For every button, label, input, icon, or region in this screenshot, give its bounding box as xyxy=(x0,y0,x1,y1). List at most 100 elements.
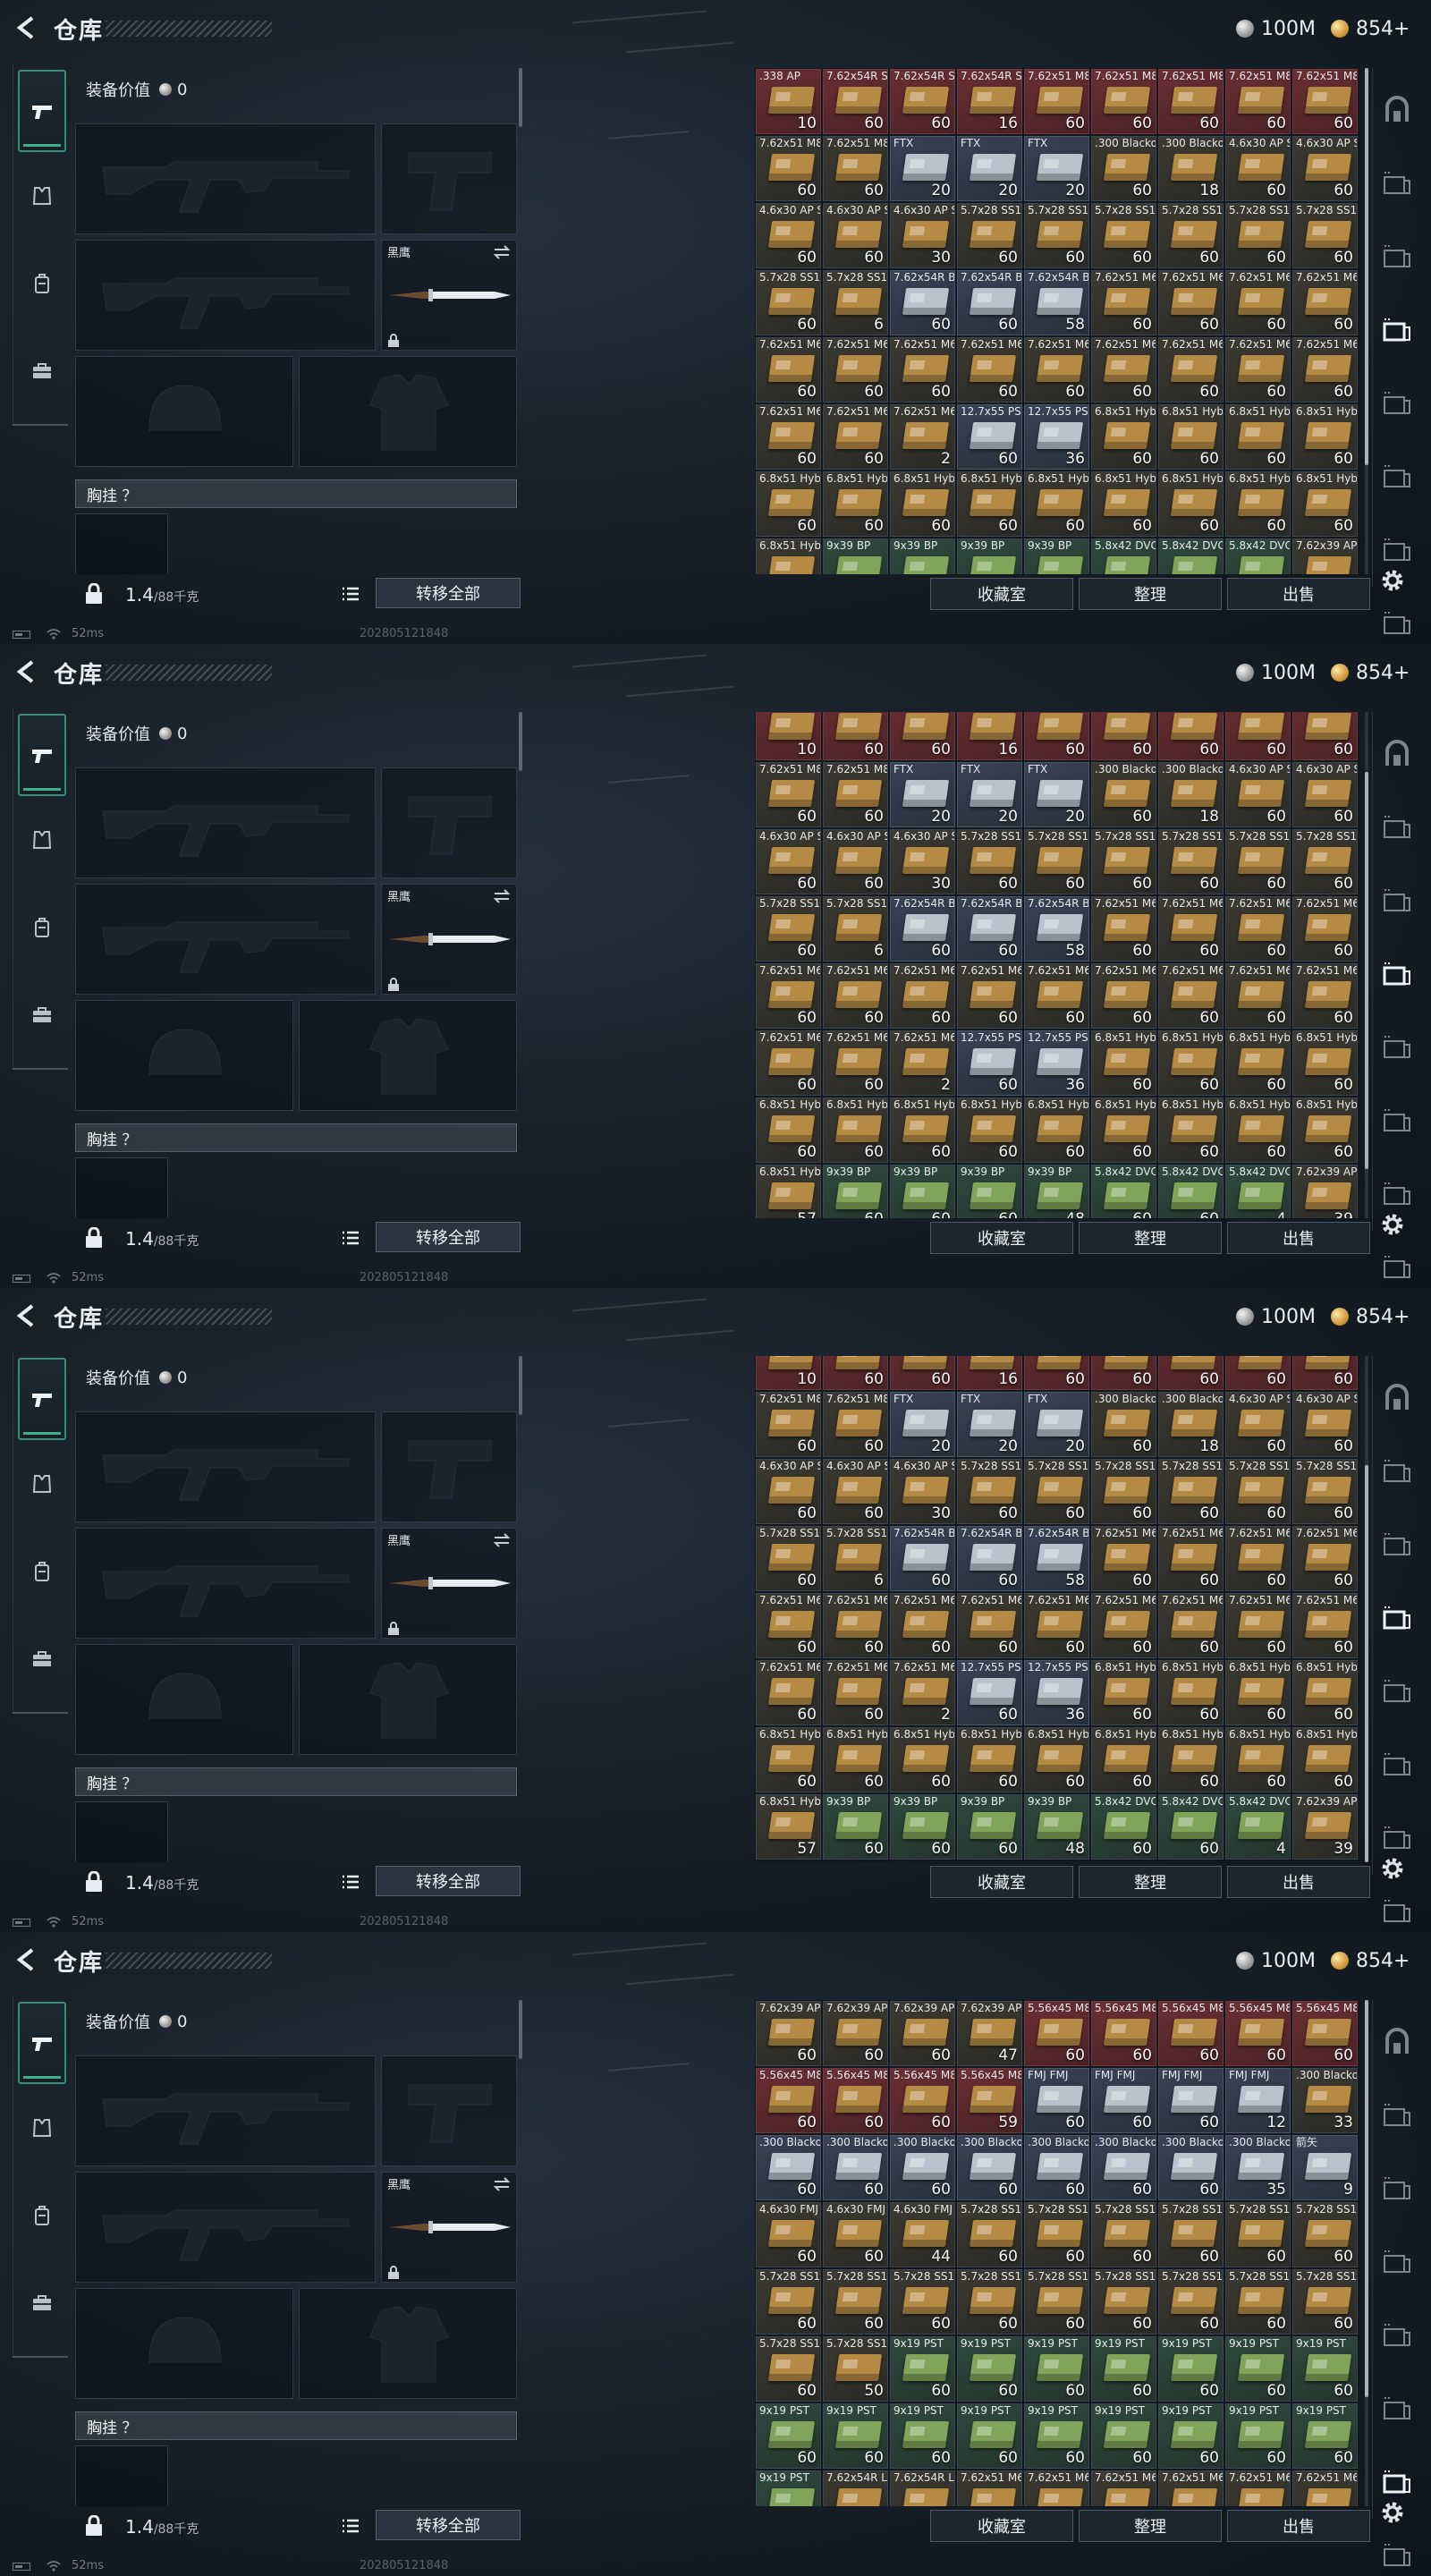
tab-case[interactable] xyxy=(20,349,64,394)
inventory-item[interactable]: 5.7x28 SS197 60 xyxy=(1024,2202,1089,2267)
inventory-item[interactable]: 5.7x28 SS197 60 xyxy=(1091,2202,1156,2267)
tab-weapons[interactable] xyxy=(18,1358,66,1440)
tab-weapons[interactable] xyxy=(18,70,66,152)
storage-tab-1[interactable] xyxy=(1382,2027,1412,2057)
inventory-item[interactable]: 9x39 BP60 xyxy=(823,1794,888,1860)
inventory-item[interactable]: 9x19 PST 60 xyxy=(890,2403,955,2469)
inventory-item[interactable]: 5.7x28 SS190 60 xyxy=(1225,1459,1291,1524)
list-icon[interactable] xyxy=(342,2517,360,2535)
inventory-item[interactable]: 7.62x51 M8060 xyxy=(1292,69,1358,134)
inventory-item[interactable]: 6.8x51 Hybrid 60 xyxy=(756,1097,821,1164)
storage-tab-7[interactable] xyxy=(1382,2467,1412,2497)
inventory-item[interactable]: 5.7x28 SS198 60 xyxy=(957,2269,1022,2334)
tab-backpack[interactable] xyxy=(20,905,64,950)
inventory-item[interactable]: 6.8x51 Hybrid 60 xyxy=(1158,1660,1224,1725)
inventory-item[interactable]: 7.62x54R SNB60 xyxy=(823,712,888,761)
inventory-item[interactable]: 6.8x51 Hybrid 60 xyxy=(756,1727,821,1792)
inventory-item[interactable]: FTX 20 xyxy=(957,1392,1022,1457)
inventory-item[interactable]: 5.7x28 SS190 60 xyxy=(756,270,821,335)
inventory-item[interactable]: 7.62x51 M62 60 xyxy=(1158,963,1224,1030)
storage-tab-8[interactable] xyxy=(1382,608,1412,639)
chest-rig-slot[interactable] xyxy=(75,1157,168,1218)
inventory-item[interactable]: 4.6x30 AP SX 60 xyxy=(823,829,888,895)
storage-tab-3[interactable] xyxy=(1382,886,1412,916)
silver-currency[interactable]: 100M xyxy=(1236,15,1316,42)
inventory-item[interactable]: 7.62x54R SNB60 xyxy=(890,69,955,134)
inventory-item[interactable]: 6.8x51 Hybrid 57 xyxy=(756,1794,821,1860)
inventory-item[interactable]: 7.62x51 M62 60 xyxy=(1091,1526,1156,1591)
inventory-item[interactable]: 7.62x51 M8060 xyxy=(1024,69,1089,134)
inventory-item[interactable]: 9x19 PST 60 xyxy=(957,2403,1022,2469)
inventory-item[interactable]: 7.62x51 M8060 xyxy=(1091,1356,1156,1390)
inventory-item[interactable]: 7.62x51 M62 60 xyxy=(756,404,821,470)
tab-backpack[interactable] xyxy=(20,261,64,306)
inventory-item[interactable]: 7.62x54R BT 60 xyxy=(890,1526,955,1591)
inventory-item[interactable]: 5.7x28 SS197 60 xyxy=(1225,2202,1291,2267)
inventory-item[interactable]: FMJ FMJ 12 xyxy=(1225,2068,1291,2133)
storage-tab-4[interactable] xyxy=(1382,315,1412,345)
storage-tab-1[interactable] xyxy=(1382,95,1412,125)
inventory-item[interactable]: 7.62x51 M62 60 xyxy=(890,337,955,402)
inventory-item[interactable]: 9x19 PST 60 xyxy=(890,2336,955,2402)
inventory-item[interactable]: 6.8x51 Hybrid 60 xyxy=(1292,1727,1358,1792)
inventory-item[interactable]: 7.62x54R SNB 16 xyxy=(957,69,1022,134)
storage-tab-6[interactable] xyxy=(1382,1750,1412,1780)
inventory-item[interactable]: 7.62x51 M62 60 xyxy=(823,1030,888,1097)
inventory-item[interactable]: 6.8x51 Hybrid 60 xyxy=(1292,471,1358,537)
inventory-item[interactable]: 4.6x30 AP SX 60 xyxy=(823,1459,888,1524)
inventory-item[interactable]: 7.62x51 M62 60 xyxy=(823,1660,888,1725)
inventory-item[interactable]: 12.7x55 PS12A 60 xyxy=(957,1030,1022,1097)
inventory-item[interactable]: 5.7x28 SS198 60 xyxy=(1158,2269,1224,2334)
inventory-item[interactable]: 9x39 BP60 xyxy=(957,1794,1022,1860)
inventory-item[interactable]: 7.62x51 M62 60 xyxy=(1292,1593,1358,1658)
inventory-item[interactable]: 5.7x28 SS190 60 xyxy=(1225,203,1291,268)
inventory-item[interactable]: 4.6x30 AP SX 60 xyxy=(1225,762,1291,828)
inventory-item[interactable]: 7.62x39 AP 39 xyxy=(1292,1165,1358,1218)
inventory-item[interactable]: FTX 20 xyxy=(890,1392,955,1457)
inventory-item[interactable]: 5.7x28 SS198 50 xyxy=(823,2336,888,2402)
storage-tab-3[interactable] xyxy=(1382,242,1412,272)
inventory-item[interactable]: 7.62x51 M62 60 xyxy=(1158,896,1224,962)
list-icon[interactable] xyxy=(342,1229,360,1247)
inventory-item[interactable]: 7.62x39 AP 39 xyxy=(1292,1794,1358,1860)
inventory-item[interactable]: 7.62x51 M62 60 xyxy=(823,337,888,402)
inventory-item[interactable]: 7.62x51 M62 60 xyxy=(823,963,888,1030)
inventory-item[interactable]: 7.62x51 M62 2 xyxy=(890,1030,955,1097)
inventory-item[interactable]: 5.7x28 SS197 60 xyxy=(1292,2202,1358,2267)
storage-tab-2[interactable] xyxy=(1382,812,1412,843)
storage-tab-2[interactable] xyxy=(1382,2100,1412,2131)
inventory-item[interactable]: 5.7x28 SS190 60 xyxy=(1024,1459,1089,1524)
inventory-item[interactable]: .300 Blackout 60 xyxy=(1091,2135,1156,2200)
helmet-slot[interactable] xyxy=(75,356,293,467)
tab-case[interactable] xyxy=(20,2281,64,2326)
chest-rig-slot[interactable] xyxy=(75,2445,168,2506)
inventory-item[interactable]: 7.62x54R BT 60 xyxy=(957,1526,1022,1591)
inventory-item[interactable]: .300 Blackout 35 xyxy=(1225,2135,1291,2200)
inventory-item[interactable]: 12.7x55 PS12A 36 xyxy=(1024,1030,1089,1097)
inventory-item[interactable]: 7.62x51 M62 60 xyxy=(1225,270,1291,335)
inventory-item[interactable]: 5.7x28 SS190 60 xyxy=(1292,829,1358,895)
gold-currency[interactable]: 854+ xyxy=(1331,1947,1410,1974)
inventory-item[interactable]: 6.8x51 Hybrid 60 xyxy=(823,471,888,537)
tab-armor[interactable] xyxy=(20,174,64,218)
chest-rig-slot[interactable] xyxy=(75,1801,168,1862)
inventory-item[interactable]: 7.62x54R BT 58 xyxy=(1024,1526,1089,1591)
inventory-item[interactable]: 6.8x51 Hybrid 60 xyxy=(1225,1660,1291,1725)
chest-rig-header[interactable]: 胸挂 ？ xyxy=(75,1123,517,1152)
inventory-item[interactable]: 5.56x45 M855 60 xyxy=(756,2068,821,2133)
inventory-item[interactable]: 4.6x30 AP SX 60 xyxy=(756,203,821,268)
inventory-item[interactable]: 4.6x30 AP SX 60 xyxy=(1292,136,1358,201)
lock-icon[interactable] xyxy=(84,1871,104,1893)
storage-tab-5[interactable] xyxy=(1382,388,1412,419)
favorites-button[interactable]: 收藏室 xyxy=(930,1866,1073,1898)
inventory-item[interactable]: 7.62x51 M62 60 xyxy=(756,1593,821,1658)
inventory-item[interactable]: 7.62x51 M62 60 xyxy=(823,404,888,470)
inventory-item[interactable]: 9x39 BP60 xyxy=(890,538,955,574)
inventory-item[interactable]: 5.7x28 SS190 60 xyxy=(1292,1459,1358,1524)
inventory-item[interactable]: 6.8x51 Hybrid 60 xyxy=(1158,404,1224,470)
inventory-item[interactable]: 4.6x30 AP SX 60 xyxy=(1292,1392,1358,1457)
tab-backpack[interactable] xyxy=(20,1549,64,1594)
inventory-item[interactable]: 6.8x51 Hybrid 60 xyxy=(890,471,955,537)
inventory-item[interactable]: 7.62x51 M8060 xyxy=(756,762,821,828)
inventory-item[interactable]: 7.62x51 M62 60 xyxy=(1091,963,1156,1030)
